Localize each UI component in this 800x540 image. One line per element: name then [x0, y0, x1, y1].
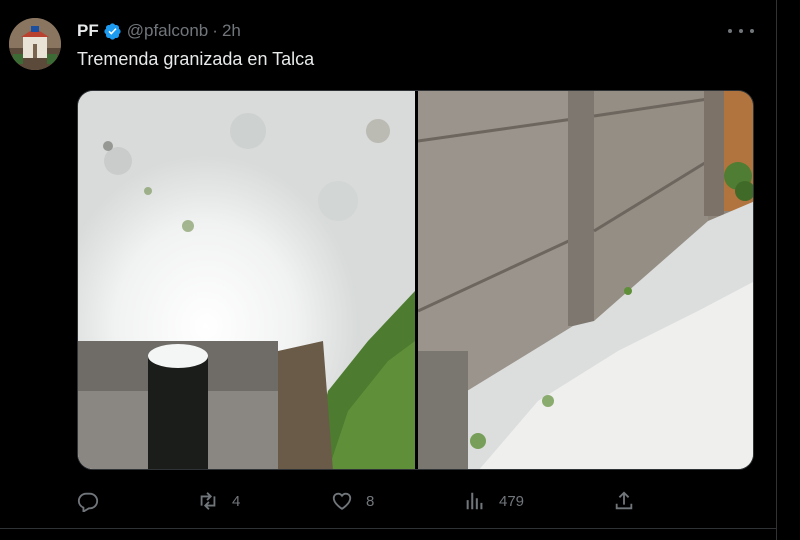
separator-dot: ·: [212, 21, 218, 40]
photo-hail-wall-image: [417, 91, 753, 469]
retweet-button[interactable]: 4: [197, 486, 240, 516]
retweet-icon: [200, 492, 216, 510]
column-border: [776, 0, 777, 540]
avatar[interactable]: [9, 18, 61, 70]
share-button[interactable]: [613, 486, 635, 516]
verified-badge-icon: [104, 22, 121, 40]
photo-hail-drain[interactable]: [78, 91, 415, 469]
tweet-actions: 4 8 479: [77, 486, 737, 516]
tweet-text: Tremenda granizada en Talca: [77, 49, 315, 69]
tweet-header: PF @pfalconb · 2h: [77, 18, 241, 44]
avatar-image: [9, 18, 61, 70]
reply-button[interactable]: [77, 486, 112, 516]
tweet-divider: [0, 528, 776, 529]
share-icon: [615, 491, 633, 510]
more-options-button[interactable]: [728, 22, 754, 40]
more-dot-icon: [750, 29, 754, 33]
heart-icon: [332, 492, 352, 510]
timestamp[interactable]: 2h: [222, 21, 241, 41]
handle[interactable]: @pfalconb: [127, 21, 209, 41]
views-count: 479: [499, 492, 525, 510]
retweet-count: 4: [232, 492, 241, 510]
like-count: 8: [366, 492, 375, 510]
media-grid: [77, 90, 754, 470]
more-dot-icon: [739, 29, 743, 33]
photo-hail-wall[interactable]: [417, 91, 753, 469]
reply-icon: [77, 492, 99, 512]
views-button[interactable]: 479: [464, 486, 524, 516]
display-name[interactable]: PF: [77, 21, 99, 41]
like-button[interactable]: 8: [331, 486, 374, 516]
views-icon: [466, 492, 483, 510]
more-dot-icon: [728, 29, 732, 33]
photo-hail-drain-image: [78, 91, 415, 469]
